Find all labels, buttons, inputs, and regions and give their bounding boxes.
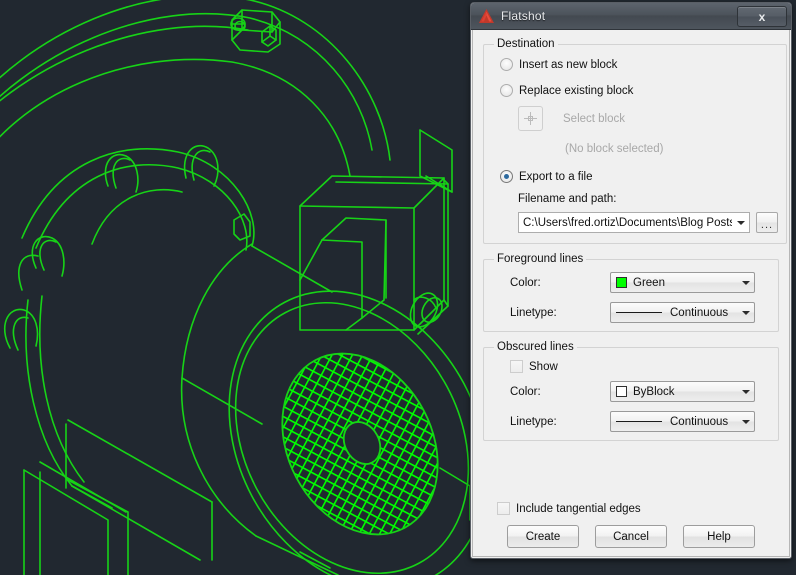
chevron-down-icon[interactable] [732,213,749,232]
obscured-color-row: Color: ByBlock [492,381,770,402]
continuous-linetype-icon [616,421,662,422]
obscured-color-swatch [616,386,627,397]
obscured-lines-legend: Obscured lines [497,341,574,353]
chevron-down-icon[interactable] [737,412,754,431]
obscured-color-label: Color: [510,385,541,398]
insert-as-new-block-label: Insert as new block [519,58,618,71]
dialog-button-row: Create Cancel Help [483,525,779,548]
foreground-lines-group: Foreground lines Color: Green Linetype: … [483,253,779,332]
replace-existing-block-label: Replace existing block [519,84,634,97]
foreground-linetype-value: Continuous [670,306,729,319]
replace-existing-block-radio[interactable] [500,84,513,97]
include-tangential-edges-row[interactable]: Include tangential edges [497,502,779,515]
obscured-linetype-row: Linetype: Continuous [492,411,770,432]
help-button[interactable]: Help [683,525,755,548]
foreground-color-value: Green [633,276,665,289]
dialog-body: Destination Insert as new block Replace … [472,30,790,557]
chevron-down-icon[interactable] [737,382,754,401]
select-block-label: Select block [563,112,626,125]
foreground-color-dropdown[interactable]: Green [610,272,755,293]
dialog-titlebar[interactable]: Flatshot x [471,3,791,30]
foreground-color-row: Color: Green [492,272,770,293]
obscured-color-value: ByBlock [633,385,675,398]
filename-combobox[interactable]: C:\Users\fred.ortiz\Documents\Blog Posts… [518,212,750,233]
foreground-linetype-dropdown[interactable]: Continuous [610,302,755,323]
dialog-footer: Include tangential edges Create Cancel H… [483,502,779,548]
browse-button[interactable]: ... [756,212,778,233]
export-to-file-label: Export to a file [519,170,593,183]
chevron-down-icon[interactable] [737,303,754,322]
continuous-linetype-icon [616,312,662,313]
filename-label-row: Filename and path: [518,193,778,205]
foreground-color-label: Color: [510,276,541,289]
autocad-logo-icon [478,8,495,24]
no-block-selected-label: (No block selected) [565,143,664,155]
obscured-show-label: Show [529,360,558,373]
destination-legend: Destination [497,38,555,50]
pick-point-icon[interactable] [518,106,543,131]
export-to-file-radio[interactable] [500,170,513,183]
insert-as-new-block-radio[interactable] [500,58,513,71]
obscured-show-checkbox[interactable] [510,360,523,373]
export-to-file-radio-row[interactable]: Export to a file [500,170,778,183]
foreground-linetype-label: Linetype: [510,306,557,319]
flatshot-dialog: Flatshot x Destination Insert as new blo… [470,2,792,559]
replace-existing-block-radio-row[interactable]: Replace existing block [500,84,778,97]
obscured-color-dropdown[interactable]: ByBlock [610,381,755,402]
cancel-button[interactable]: Cancel [595,525,667,548]
chevron-down-icon[interactable] [737,273,754,292]
filename-input-row[interactable]: C:\Users\fred.ortiz\Documents\Blog Posts… [518,212,778,233]
destination-group: Destination Insert as new block Replace … [483,38,787,244]
filename-value: C:\Users\fred.ortiz\Documents\Blog Posts… [523,216,732,229]
obscured-linetype-dropdown[interactable]: Continuous [610,411,755,432]
create-button[interactable]: Create [507,525,579,548]
no-block-selected-row: (No block selected) [565,143,778,155]
obscured-show-row[interactable]: Show [510,360,770,373]
include-tangential-edges-checkbox[interactable] [497,502,510,515]
obscured-linetype-label: Linetype: [510,415,557,428]
foreground-linetype-row: Linetype: Continuous [492,302,770,323]
insert-as-new-block-radio-row[interactable]: Insert as new block [500,58,778,71]
foreground-color-swatch [616,277,627,288]
close-button[interactable]: x [737,6,787,27]
select-block-row[interactable]: Select block [518,106,778,131]
obscured-lines-group: Obscured lines Show Color: ByBlock Linet… [483,341,779,441]
obscured-linetype-value: Continuous [670,415,729,428]
dialog-title: Flatshot [501,9,546,23]
foreground-lines-legend: Foreground lines [497,253,584,265]
include-tangential-edges-label: Include tangential edges [516,502,641,515]
filename-and-path-label: Filename and path: [518,193,617,205]
